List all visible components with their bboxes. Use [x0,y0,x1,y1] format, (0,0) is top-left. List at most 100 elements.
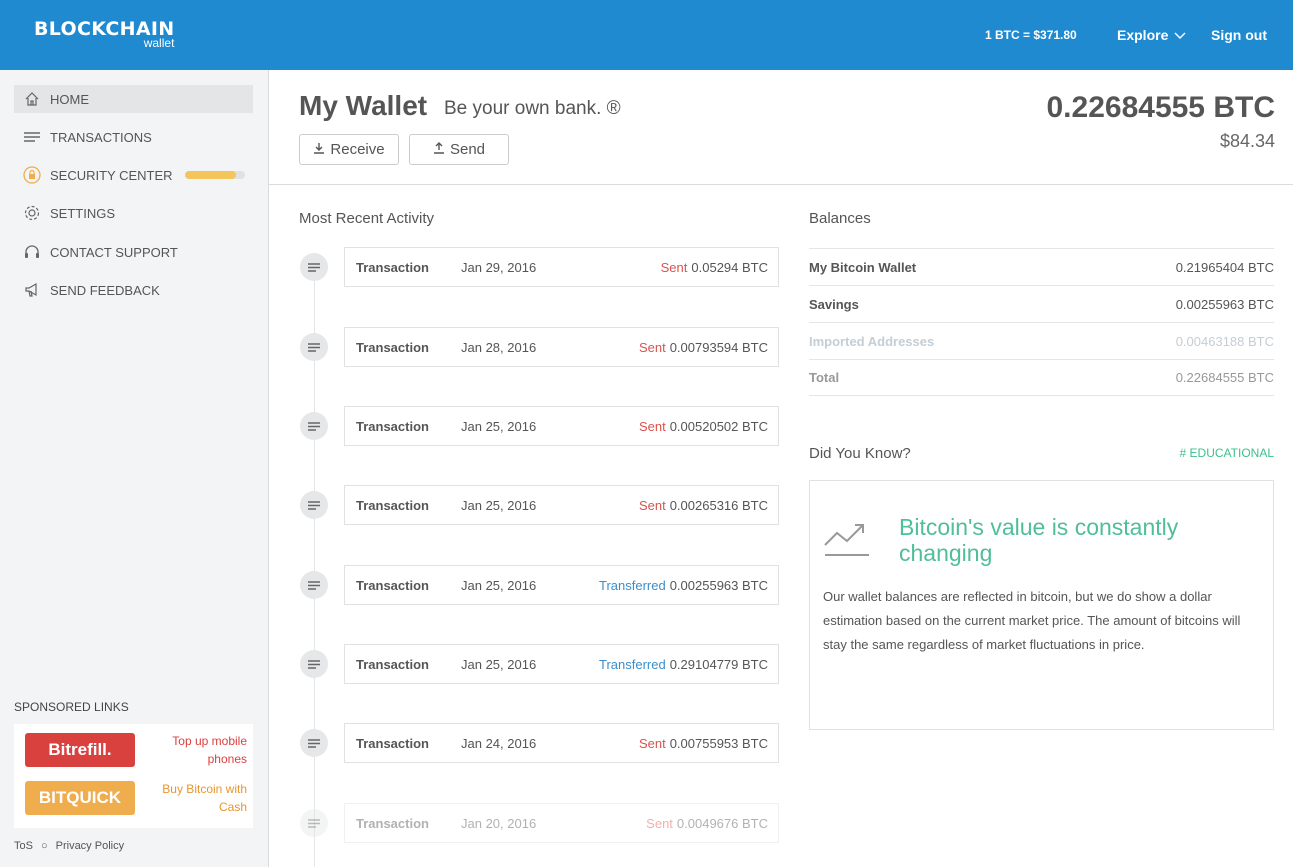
sponsor-bitrefill: Bitrefill. Top up mobile phones [25,732,247,768]
lock-icon [14,166,50,184]
transaction-amount-group: Transferred 0.00255963 BTC [599,578,768,593]
balance-row-imported-addresses[interactable]: Imported Addresses 0.00463188 BTC [809,322,1274,359]
sidebar-item-home[interactable]: HOME [14,85,253,113]
transaction-list-icon [300,253,328,281]
bitrefill-text-line2: phones [207,752,247,766]
transaction-direction: Sent [638,736,666,751]
sponsor-bitquick: BITQUICK Buy Bitcoin with Cash [25,780,247,816]
transaction-row[interactable]: Transaction Jan 29, 2016 Sent 0.05294 BTC [344,247,779,287]
transaction-type: Transaction [356,340,429,355]
transaction-direction: Sent [660,260,688,275]
transaction-amount-group: Sent 0.05294 BTC [661,260,768,275]
transaction-amount: 0.00255963 BTC [669,578,768,593]
sidebar-item-label: HOME [50,91,89,107]
explore-menu[interactable]: Explore [1117,27,1186,43]
transaction-amount-group: Sent 0.00755953 BTC [639,736,768,751]
sponsored-links-title: SPONSORED LINKS [14,700,129,714]
bitquick-link[interactable]: Buy Bitcoin with Cash [162,780,247,816]
balance-name: Savings [809,296,859,312]
receive-button[interactable]: Receive [299,134,399,165]
balance-btc: 0.22684555 BTC [1046,91,1276,124]
list-icon [14,131,50,143]
educational-tag[interactable]: # EDUCATIONAL [1180,446,1274,460]
transaction-amount: 0.0049676 BTC [676,816,768,831]
transaction-row[interactable]: Transaction Jan 25, 2016 Transferred 0.0025… [344,565,779,605]
bitquick-logo[interactable]: BITQUICK [25,781,135,815]
upload-icon [433,141,445,158]
privacy-policy-link[interactable]: Privacy Policy [56,840,124,852]
sidebar-item-label: TRANSACTIONS [50,129,152,145]
balance-value: 0.22684555 BTC [1175,370,1274,385]
balance-name: Imported Addresses [809,333,935,349]
transaction-type: Transaction [356,419,429,434]
sign-out-link[interactable]: Sign out [1211,27,1267,43]
transaction-amount: 0.00520502 BTC [669,419,768,434]
transaction-date: Jan 24, 2016 [461,736,537,751]
sidebar-item-security-center[interactable]: SECURITY CENTER [14,161,253,189]
bitrefill-link[interactable]: Top up mobile phones [172,732,247,768]
balance-name: Total [809,370,840,385]
sidebar-item-contact-support[interactable]: CONTACT SUPPORT [14,238,253,266]
transaction-date: Jan 28, 2016 [461,340,537,355]
transaction-date: Jan 29, 2016 [461,260,537,275]
tos-link[interactable]: ToS [14,840,33,852]
transaction-list-icon [300,333,328,361]
transaction-date: Jan 25, 2016 [461,657,537,672]
transaction-direction: Transferred [598,657,666,672]
transaction-row[interactable]: Transaction Jan 24, 2016 Sent 0.00755953 BT… [344,723,779,763]
gear-icon [14,204,50,222]
transaction-list-icon [300,571,328,599]
explore-label: Explore [1117,27,1169,43]
did-you-know-heading: Bitcoin's value is constantly changing [899,514,1179,566]
balance-value: 0.00463188 BTC [1175,333,1274,349]
transaction-amount-group: Sent 0.00265316 BTC [639,498,768,513]
sidebar-item-label: CONTACT SUPPORT [50,244,178,260]
transaction-date: Jan 25, 2016 [461,578,537,593]
transaction-amount: 0.29104779 BTC [669,657,768,672]
transaction-amount-group: Transferred 0.29104779 BTC [599,657,768,672]
transaction-amount-group: Sent 0.00520502 BTC [639,419,768,434]
transaction-direction: Sent [638,340,666,355]
balances-title: Balances [809,210,871,227]
balance-row-my-bitcoin-wallet[interactable]: My Bitcoin Wallet 0.21965404 BTC [809,248,1274,285]
transaction-row[interactable]: Transaction Jan 25, 2016 Transferred 0.2910… [344,644,779,684]
transaction-direction: Sent [638,498,666,513]
megaphone-icon [14,281,50,299]
activity-title: Most Recent Activity [299,210,435,227]
sidebar-item-label: SECURITY CENTER [50,167,173,183]
send-button[interactable]: Send [409,134,509,165]
transaction-row[interactable]: Transaction Jan 28, 2016 Sent 0.00793594 BT… [344,327,779,367]
did-you-know-card: Bitcoin's value is constantly changing O… [809,480,1274,730]
transaction-date: Jan 20, 2016 [461,816,537,831]
sidebar-item-label: SEND FEEDBACK [50,282,160,298]
transaction-row[interactable]: Transaction Jan 20, 2016 Sent 0.0049676 BTC [344,803,779,843]
transaction-direction: Sent [638,419,666,434]
sponsored-links-box: Bitrefill. Top up mobile phones BITQUICK… [14,724,253,828]
balance-row-savings[interactable]: Savings 0.00255963 BTC [809,285,1274,322]
logo-subtext: wallet [143,36,175,50]
transaction-list-icon [300,809,328,837]
transaction-row[interactable]: Transaction Jan 25, 2016 Sent 0.00520502 BT… [344,406,779,446]
transaction-amount-group: Sent 0.0049676 BTC [646,816,768,831]
transaction-amount: 0.00265316 BTC [669,498,768,513]
bitquick-text-line2: Cash [218,800,247,814]
sidebar-item-settings[interactable]: SETTINGS [14,199,253,227]
transaction-row[interactable]: Transaction Jan 25, 2016 Sent 0.00265316 BT… [344,485,779,525]
security-progress-bar [184,171,245,179]
receive-label: Receive [330,141,385,158]
transaction-type: Transaction [356,657,429,672]
transaction-type: Transaction [356,736,429,751]
transaction-type: Transaction [356,578,429,593]
security-progress-fill [184,171,236,179]
bitrefill-logo[interactable]: Bitrefill. [25,733,135,767]
blockchain-logo[interactable]: BLOCKCHAIN wallet [34,18,174,50]
footer-links: ToS ○ Privacy Policy [14,840,124,852]
transaction-list-icon [300,491,328,519]
transaction-direction: Transferred [598,578,666,593]
page-title: My Wallet [299,90,428,121]
balance-name: My Bitcoin Wallet [809,259,917,275]
top-header: BLOCKCHAIN wallet 1 BTC = $371.80 Explor… [0,0,1293,70]
sidebar-item-send-feedback[interactable]: SEND FEEDBACK [14,276,253,304]
sidebar-item-transactions[interactable]: TRANSACTIONS [14,123,253,151]
transaction-type: Transaction [356,260,429,275]
